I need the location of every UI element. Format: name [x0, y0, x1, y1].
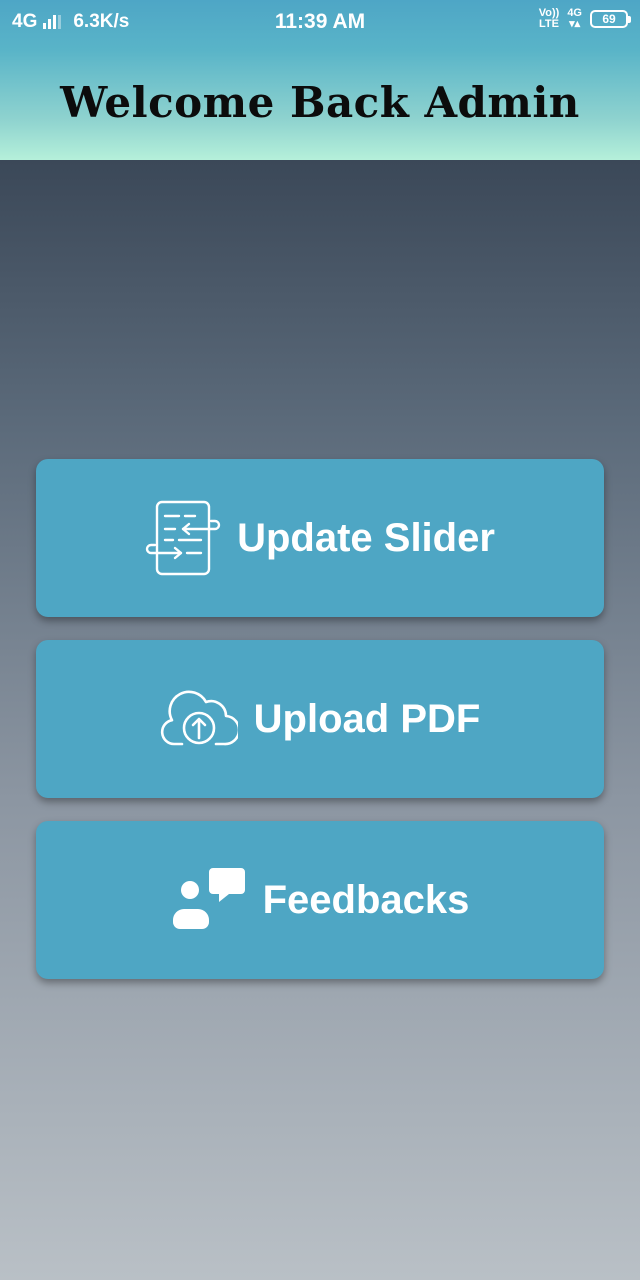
update-slider-label: Update Slider [237, 515, 495, 560]
app-header: 4G 6.3K/s 11:39 AM Vo)) LTE 4G ▾▴ 69 Wel… [0, 0, 640, 160]
battery-level: 69 [602, 12, 616, 26]
document-transfer-icon [145, 498, 221, 578]
volte-indicator: Vo)) LTE [539, 8, 560, 30]
page-title: Welcome Back Admin [60, 78, 580, 127]
upload-pdf-label: Upload PDF [253, 696, 481, 741]
data-arrows-icon: ▾▴ [569, 18, 581, 30]
cloud-upload-icon [160, 688, 238, 750]
status-bar: 4G 6.3K/s 11:39 AM Vo)) LTE 4G ▾▴ 69 [0, 0, 640, 44]
feedbacks-label: Feedbacks [262, 877, 470, 922]
upload-pdf-button[interactable]: Upload PDF [36, 640, 604, 798]
user-chat-icon [171, 864, 247, 936]
feedbacks-button[interactable]: Feedbacks [36, 821, 604, 979]
volte-line2: LTE [539, 18, 559, 30]
battery-icon: 69 [590, 10, 631, 28]
status-right: Vo)) LTE 4G ▾▴ 69 [539, 8, 631, 30]
update-slider-button[interactable]: Update Slider [36, 459, 604, 617]
data-network-icon: 4G ▾▴ [567, 8, 582, 30]
